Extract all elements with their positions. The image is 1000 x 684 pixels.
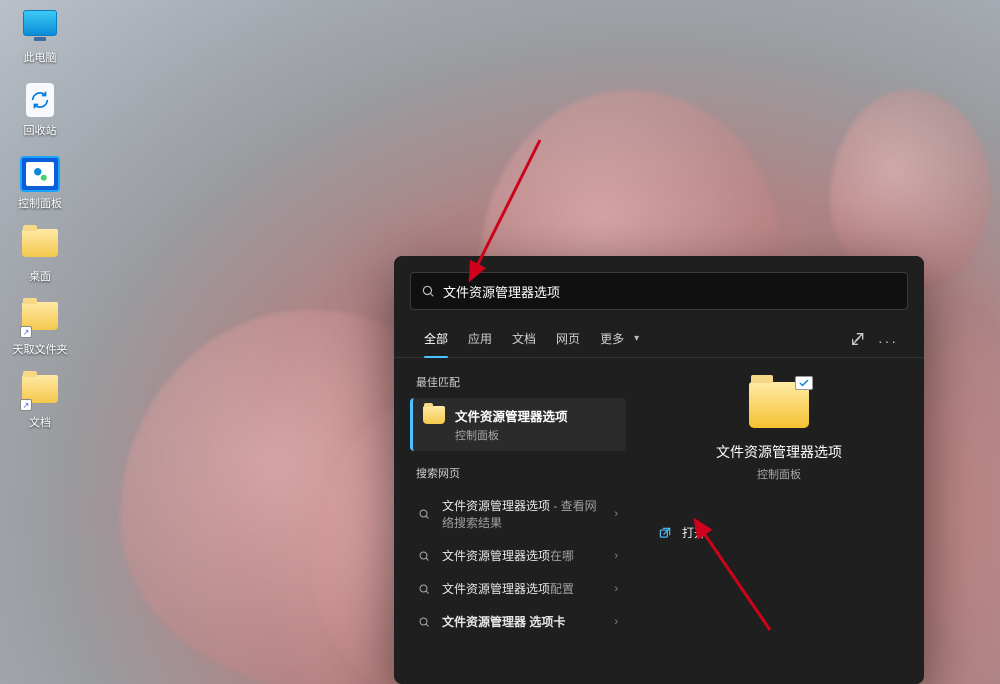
folder-icon [20,229,60,265]
section-best-match: 最佳匹配 [416,374,620,390]
section-web: 搜索网页 [416,465,620,481]
pc-icon [20,10,60,46]
preview-column: 文件资源管理器选项 控制面板 打开 [634,358,924,650]
search-icon [418,583,430,595]
suggestion-text: 文件资源管理器选项在哪 [442,547,602,564]
best-match-title: 文件资源管理器选项 [455,406,568,425]
chevron-right-icon: › [614,508,618,520]
web-suggestion[interactable]: 文件资源管理器选项 - 查看网络搜索结果 › [410,489,626,539]
shortcut-arrow-icon: ↗ [20,326,32,338]
tab-docs[interactable]: 文档 [502,324,546,357]
web-suggestion[interactable]: 文件资源管理器选项配置 › [410,572,626,605]
search-panel: 全部 应用 文档 网页 更多 ▾ ··· 最佳匹配 文件资源管理器选项 控制面板… [394,256,924,684]
results-column: 最佳匹配 文件资源管理器选项 控制面板 搜索网页 文件资源管理器选项 - 查看网… [394,358,634,650]
suggestion-text: 文件资源管理器 选项卡 [442,613,602,630]
folder-icon: ↗ [20,375,60,411]
tab-web[interactable]: 网页 [546,324,590,357]
desktop-icon-folder-docs[interactable]: ↗ 文档 [10,375,70,430]
open-icon [658,526,672,540]
desktop-icon-label: 控制面板 [10,195,70,211]
desktop-icon-label: 文档 [10,414,70,430]
tab-more[interactable]: 更多 [590,324,634,357]
desktop-icon-folder-desktop[interactable]: 桌面 [10,229,70,284]
suggestion-text: 文件资源管理器选项配置 [442,580,602,597]
best-match-result[interactable]: 文件资源管理器选项 控制面板 [410,398,626,451]
search-input[interactable] [443,284,897,299]
desktop-icon-grid: 此电脑 回收站 控制面板 桌面 ↗ 天取文件夹 [10,10,90,448]
suggestion-text: 文件资源管理器选项 - 查看网络搜索结果 [442,497,602,531]
web-suggestion[interactable]: 文件资源管理器 选项卡 › [410,605,626,638]
search-icon [418,550,430,562]
open-action[interactable]: 打开 [654,518,904,547]
best-match-subtitle: 控制面板 [455,427,568,443]
preview-subtitle: 控制面板 [757,466,801,482]
search-icon [418,508,430,520]
desktop-icon-this-pc[interactable]: 此电脑 [10,10,70,65]
desktop-icon-label: 回收站 [10,122,70,138]
search-input-container[interactable] [410,272,908,310]
folder-options-icon [749,382,809,428]
tab-apps[interactable]: 应用 [458,324,502,357]
control-panel-icon [20,156,60,192]
desktop-icon-label: 此电脑 [10,49,70,65]
desktop-icon-label: 天取文件夹 [10,341,70,357]
shortcut-arrow-icon: ↗ [20,399,32,411]
recycle-icon [20,83,60,119]
search-icon [421,284,435,298]
search-icon [418,616,430,628]
desktop-icon-recycle-bin[interactable]: 回收站 [10,83,70,138]
chevron-right-icon: › [614,616,618,628]
sync-icon[interactable] [844,327,872,354]
web-suggestion[interactable]: 文件资源管理器选项在哪 › [410,539,626,572]
preview-title: 文件资源管理器选项 [716,442,842,462]
chevron-right-icon: › [614,550,618,562]
open-label: 打开 [682,524,706,541]
tab-all[interactable]: 全部 [414,324,458,357]
chevron-right-icon: › [614,583,618,595]
desktop-icon-label: 桌面 [10,268,70,284]
desktop-icon-control-panel[interactable]: 控制面板 [10,156,70,211]
folder-icon [423,406,445,424]
more-icon[interactable]: ··· [872,329,904,353]
search-tabs: 全部 应用 文档 网页 更多 ▾ ··· [394,318,924,358]
folder-icon: ↗ [20,302,60,338]
desktop-icon-folder-tianqi[interactable]: ↗ 天取文件夹 [10,302,70,357]
checkmark-icon [795,376,813,390]
